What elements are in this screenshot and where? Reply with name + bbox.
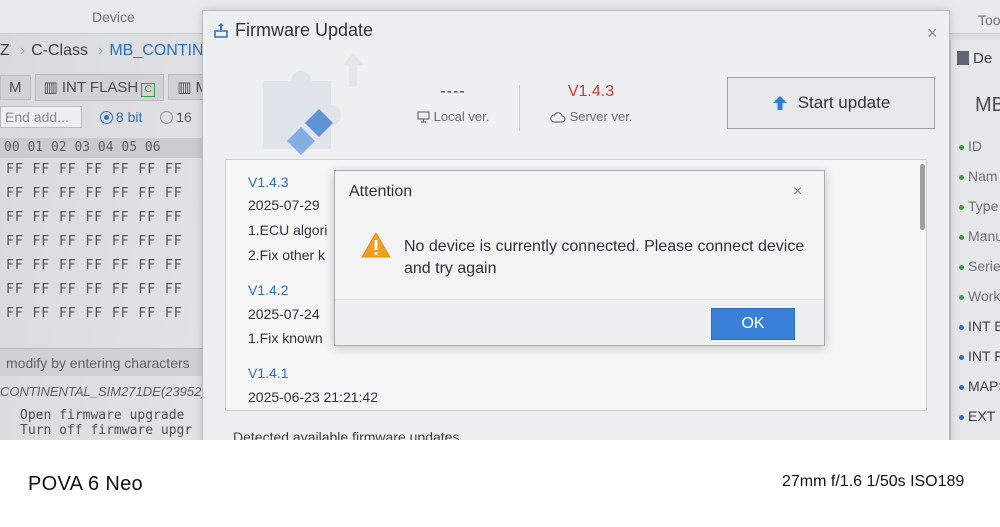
attention-dialog: Attention × No device is currently conne… <box>334 170 825 346</box>
info-item: Serie <box>959 258 1000 288</box>
chevron-right-icon: › <box>98 42 104 59</box>
info-item: Work <box>959 288 1000 318</box>
tab-badge: C <box>141 83 156 97</box>
release-note-line: 1.Fix known <box>248 330 323 346</box>
ok-button[interactable]: OK <box>711 308 795 340</box>
end-address-input[interactable]: End add... <box>0 106 82 128</box>
release-version: V1.4.3 <box>248 174 289 190</box>
close-icon[interactable]: × <box>927 23 938 44</box>
server-version: V1.4.3 Server ver. <box>541 83 641 124</box>
chevron-right-icon: › <box>19 42 26 59</box>
info-item[interactable]: INT FL <box>959 348 1000 378</box>
hex-row: FF FF FF FF FF FF FF <box>6 162 183 177</box>
address-row: End add... 8 bit 16 <box>0 106 192 128</box>
hex-row: FF FF FF FF FF FF FF <box>6 306 183 321</box>
tab-int-flash[interactable]: ▥ INT FLASH C <box>34 74 165 101</box>
hex-row: FF FF FF FF FF FF FF <box>6 282 183 297</box>
ecu-identifier: CONTINENTAL_SIM271DE(23952) <box>0 384 206 399</box>
close-icon[interactable]: × <box>793 183 802 201</box>
release-note-line: 2.Fix other k <box>248 247 326 263</box>
chip-icon: ▥ <box>43 79 62 96</box>
dialog-title: Firmware Update <box>213 20 373 41</box>
radio-16bit-label: 16 <box>176 109 192 125</box>
tools-menu[interactable]: Too <box>978 12 1000 28</box>
hex-row: FF FF FF FF FF FF FF <box>6 210 183 225</box>
hex-column-header: 00 01 02 03 04 05 06 <box>0 138 212 158</box>
modify-hint: modify by entering characters <box>0 348 212 376</box>
release-date: 2025-07-24 <box>248 306 320 322</box>
breadcrumb-item[interactable]: C-Class <box>31 42 88 59</box>
log-panel: Open firmware upgrade Turn off firmware u… <box>20 408 192 438</box>
device-menu[interactable]: Device <box>92 9 135 25</box>
attention-message: No device is currently connected. Please… <box>404 238 805 277</box>
camera-caption-bar: POVA 6 Neo 27mm f/1.6 1/50s ISO189 <box>0 440 1000 527</box>
hex-row: FF FF FF FF FF FF FF <box>6 258 183 273</box>
start-update-label: Start update <box>797 93 891 112</box>
local-version-label: Local ver. <box>433 109 490 124</box>
breadcrumb-item[interactable]: Z <box>0 42 10 59</box>
memory-tabs: M▥ INT FLASHC▥ M <box>0 74 221 101</box>
panel-header: De <box>957 50 992 67</box>
device-info-list: ID Nam Type Manu Serie Work INT EI INT F… <box>959 138 1000 438</box>
info-item: Type <box>959 198 1000 228</box>
device-icon <box>957 51 969 65</box>
tab-m[interactable]: M <box>0 75 31 100</box>
log-line: Turn off firmware upgr <box>20 423 193 438</box>
info-item: Manu <box>959 228 1000 258</box>
version-divider <box>519 85 520 131</box>
info-item: ID <box>959 138 1000 168</box>
update-status-text: Detected available firmware updates <box>233 429 460 440</box>
device-info-panel: De MB ID Nam Type Manu Serie Work INT EI… <box>950 40 1000 440</box>
server-version-value: V1.4.3 <box>567 83 615 100</box>
hex-grid[interactable]: FF FF FF FF FF FF FF FF FF FF FF FF FF F… <box>6 162 183 330</box>
info-item: Nam <box>959 168 1000 198</box>
radio-8bit-label: 8 bit <box>115 109 143 125</box>
photographed-screen: Device Too Z › C-Class › MB_CONTINE M ▥ INT F… <box>0 0 1000 440</box>
firmware-illustration <box>263 53 363 155</box>
log-line: Open firmware upgrade <box>20 408 185 423</box>
info-item[interactable]: MAPS <box>959 378 1000 408</box>
upload-arrow-icon <box>772 96 787 110</box>
radio-16bit[interactable] <box>160 110 174 124</box>
local-version: ---- Local ver. <box>403 83 503 124</box>
breadcrumb-item-current[interactable]: MB_CONTINE <box>109 42 214 59</box>
server-version-label: Server ver. <box>569 109 633 124</box>
chip-icon: ▥ <box>177 79 196 96</box>
info-item[interactable]: EXT EE <box>959 408 1000 438</box>
hex-row: FF FF FF FF FF FF FF <box>6 186 183 201</box>
hex-row: FF FF FF FF FF FF FF <box>6 234 183 249</box>
panel-title: MB <box>975 94 1000 116</box>
release-date: 2025-06-23 21:21:42 <box>248 389 378 405</box>
cloud-icon <box>549 112 566 123</box>
release-note-line: 1.ECU algori <box>248 222 328 238</box>
camera-specs: 27mm f/1.6 1/50s ISO189 <box>782 473 965 490</box>
attention-title: Attention <box>349 183 413 200</box>
release-version: V1.4.1 <box>248 365 289 381</box>
attention-footer: OK <box>335 299 824 345</box>
warning-icon <box>361 232 391 258</box>
start-update-button[interactable]: Start update <box>727 77 935 129</box>
release-date: 2025-07-29 <box>248 197 320 213</box>
local-version-value: ---- <box>440 83 466 100</box>
radio-8bit[interactable] <box>99 110 113 124</box>
release-version: V1.4.2 <box>248 282 289 298</box>
notes-scrollbar[interactable] <box>920 164 925 230</box>
camera-model: POVA 6 Neo <box>28 473 143 495</box>
firmware-update-icon <box>214 23 228 38</box>
breadcrumb: Z › C-Class › MB_CONTINE <box>0 42 218 64</box>
monitor-icon <box>417 111 430 123</box>
info-item[interactable]: INT EI <box>959 318 1000 348</box>
